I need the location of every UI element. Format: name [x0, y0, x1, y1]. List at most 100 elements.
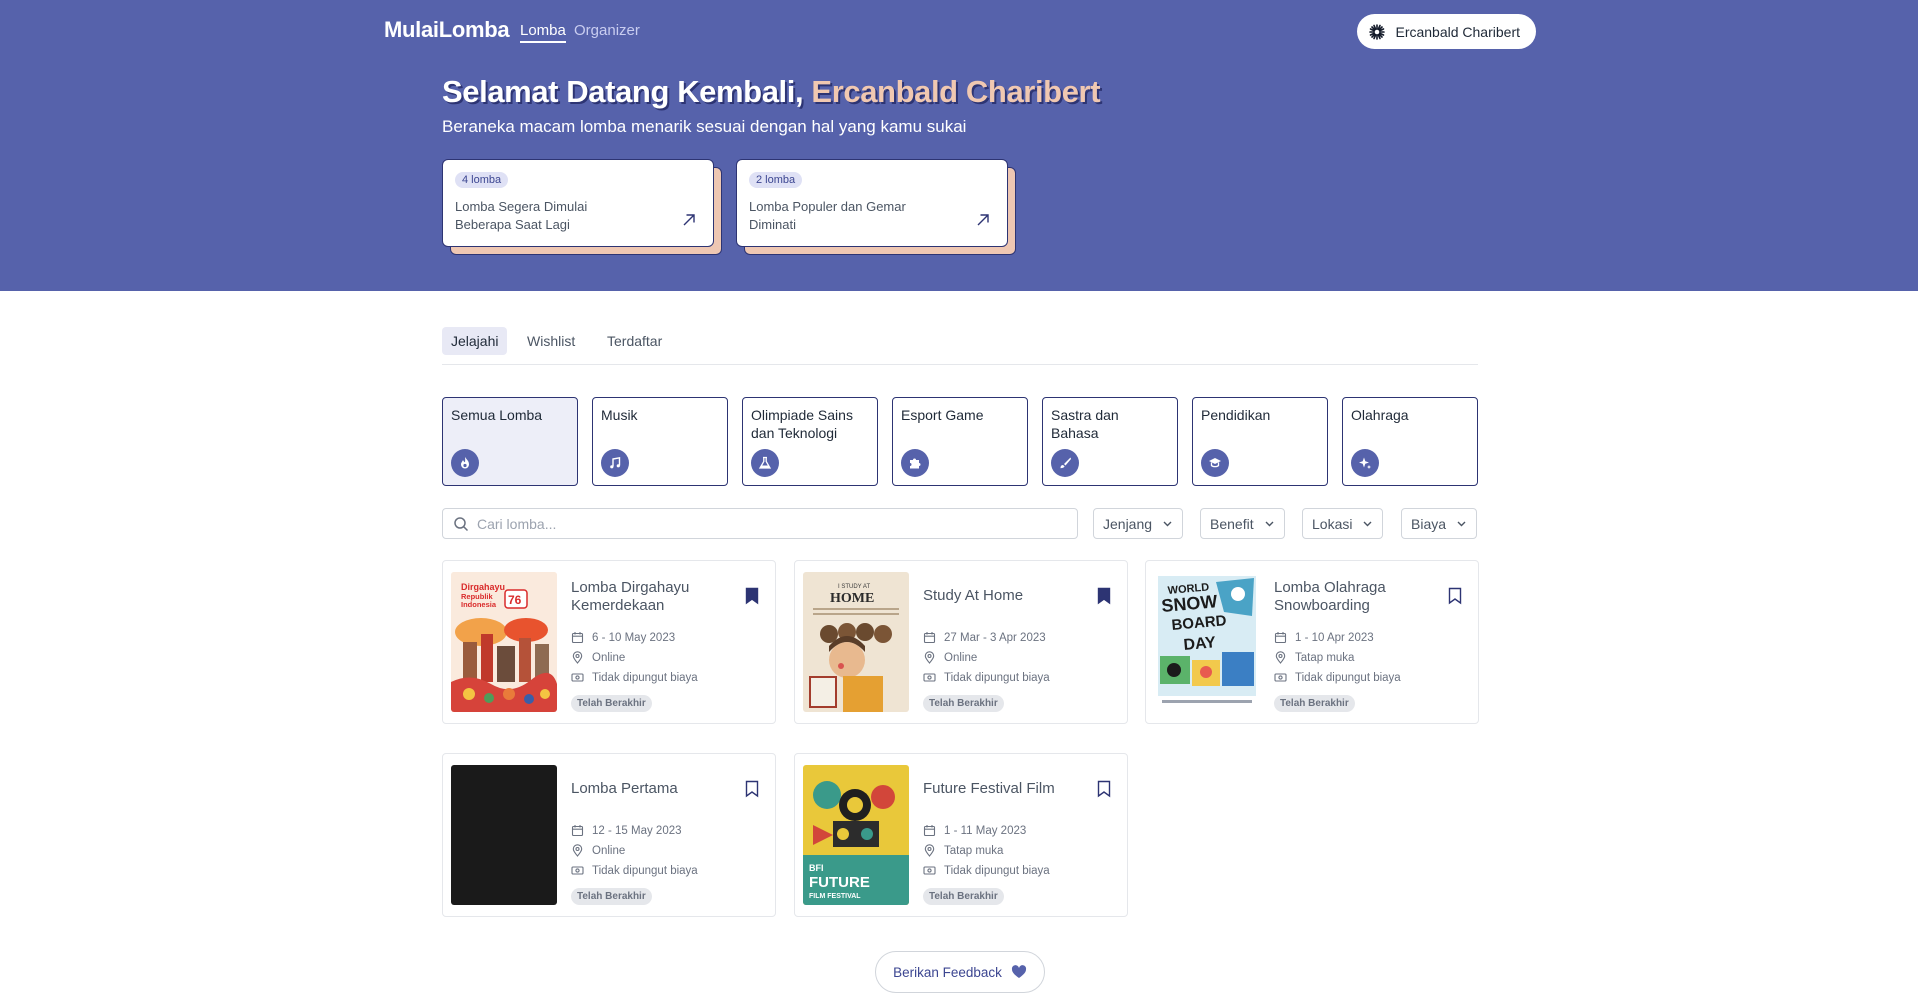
filter-biaya[interactable]: Biaya	[1401, 508, 1478, 539]
competition-card[interactable]: Lomba Pertama 12 - 15 May 2023 Online Ti…	[442, 753, 776, 917]
location-text: Tatap muka	[944, 844, 1004, 857]
competition-card[interactable]: BFI FUTURE FILM FESTIVAL Future Festival…	[794, 753, 1128, 917]
category-esport-game[interactable]: Esport Game	[892, 397, 1028, 486]
hero-card-popular[interactable]: 2 lomba Lomba Populer dan Gemar Diminati	[736, 159, 1016, 255]
arrow-up-right-icon	[977, 214, 989, 226]
competition-fee: Tidak dipungut biaya	[923, 864, 1050, 877]
fee-text: Tidak dipungut biaya	[944, 864, 1050, 877]
hero-subtitle: Beraneka macam lomba menarik sesuai deng…	[442, 117, 967, 136]
user-name: Ercanbald Charibert	[1395, 23, 1520, 40]
category-semua-lomba[interactable]: Semua Lomba	[442, 397, 578, 486]
location-text: Tatap muka	[1295, 651, 1355, 664]
tab-wishlist[interactable]: Wishlist	[518, 327, 584, 355]
bookmark-outline-icon[interactable]	[1097, 780, 1111, 798]
poster-text: BFI	[809, 863, 824, 873]
status-badge: Telah Berakhir	[571, 695, 652, 712]
tab-jelajahi[interactable]: Jelajahi	[442, 327, 508, 355]
poster-text: HOME	[830, 591, 874, 606]
competition-fee: Tidak dipungut biaya	[1274, 671, 1401, 684]
fee-text: Tidak dipungut biaya	[944, 671, 1050, 684]
status-badge: Telah Berakhir	[571, 888, 652, 905]
welcome-greeting: Selamat Datang Kembali,	[442, 74, 812, 109]
calendar-icon	[923, 825, 936, 837]
category-label: Musik	[601, 407, 638, 423]
user-menu-button[interactable]: Ercanbald Charibert	[1357, 14, 1536, 49]
date-text: 1 - 10 Apr 2023	[1295, 631, 1374, 644]
brand-logo[interactable]: MulaiLomba	[384, 17, 510, 43]
category-label: Olahraga	[1351, 407, 1409, 423]
poster-text: FILM FESTIVAL	[809, 893, 861, 900]
competition-date: 1 - 11 May 2023	[923, 824, 1026, 837]
competition-card[interactable]: I STUDY AT HOME Study At Home 27 Mar - 3…	[794, 560, 1128, 724]
category-label: Pendidikan	[1201, 407, 1271, 423]
competition-fee: Tidak dipungut biaya	[571, 864, 698, 877]
status-badge: Telah Berakhir	[923, 695, 1004, 712]
status-badge: Telah Berakhir	[923, 888, 1004, 905]
location-pin-icon	[1275, 651, 1286, 664]
fee-text: Tidak dipungut biaya	[592, 864, 698, 877]
arrow-up-right-icon	[683, 214, 695, 226]
money-icon	[923, 673, 936, 682]
feedback-label: Berikan Feedback	[893, 964, 1002, 980]
competition-title[interactable]: Study At Home	[923, 587, 1073, 605]
poster-text: 76	[508, 593, 522, 607]
filter-benefit[interactable]: Benefit	[1200, 508, 1285, 539]
category-pendidikan[interactable]: Pendidikan	[1192, 397, 1328, 486]
bookmark-filled-icon[interactable]	[745, 587, 759, 605]
fee-text: Tidak dipungut biaya	[592, 671, 698, 684]
competition-date: 6 - 10 May 2023	[571, 631, 675, 644]
fee-text: Tidak dipungut biaya	[1295, 671, 1401, 684]
competition-title[interactable]: Future Festival Film	[923, 780, 1073, 798]
bookmark-outline-icon[interactable]	[745, 780, 759, 798]
chevron-down-icon	[1163, 521, 1172, 527]
category-musik[interactable]: Musik	[592, 397, 728, 486]
tab-terdaftar[interactable]: Terdaftar	[598, 327, 671, 355]
competition-card[interactable]: Dirgahayu Republik Indonesia 76 Lomba Di…	[442, 560, 776, 724]
hero-card-upcoming[interactable]: 4 lomba Lomba Segera Dimulai Beberapa Sa…	[442, 159, 722, 255]
competition-location: Tatap muka	[923, 844, 1003, 857]
hero-banner: MulaiLomba Lomba Organizer Ercanbald Cha…	[0, 0, 1918, 291]
location-pin-icon	[924, 844, 935, 857]
chevron-down-icon	[1265, 521, 1274, 527]
competition-title[interactable]: Lomba Pertama	[571, 780, 721, 798]
filter-label: Benefit	[1210, 515, 1254, 532]
bookmark-filled-icon[interactable]	[1097, 587, 1111, 605]
welcome-heading: Selamat Datang Kembali, Ercanbald Charib…	[442, 74, 1101, 110]
heart-icon	[1011, 965, 1026, 978]
money-icon	[571, 673, 584, 682]
calendar-icon	[571, 632, 584, 644]
poster-text: Indonesia	[461, 600, 497, 609]
puzzle-icon	[901, 449, 929, 477]
category-olahraga[interactable]: Olahraga	[1342, 397, 1478, 486]
location-pin-icon	[924, 651, 935, 664]
poster-text: Dirgahayu	[461, 582, 505, 592]
bookmark-outline-icon[interactable]	[1448, 587, 1462, 605]
filter-label: Biaya	[1411, 515, 1447, 532]
competition-title[interactable]: Lomba Dirgahayu Kemerdekaan	[571, 579, 721, 615]
category-sastra-bahasa[interactable]: Sastra dan Bahasa	[1042, 397, 1178, 486]
search-bar	[442, 508, 1078, 539]
flask-icon	[751, 449, 779, 477]
welcome-user-name: Ercanbald Charibert	[811, 74, 1101, 109]
filter-lokasi[interactable]: Lokasi	[1302, 508, 1384, 539]
poster-text: DAY	[1183, 634, 1217, 654]
location-text: Online	[592, 651, 626, 664]
feedback-button[interactable]: Berikan Feedback	[875, 951, 1045, 993]
tab-bar: Jelajahi Wishlist Terdaftar	[442, 327, 1478, 365]
competition-card[interactable]: WORLD SNOW BOARD DAY Lomba Olahraga Snow…	[1145, 560, 1479, 724]
brush-icon	[1051, 449, 1079, 477]
calendar-icon	[571, 825, 584, 837]
status-badge: Telah Berakhir	[1274, 695, 1355, 712]
filter-label: Jenjang	[1103, 515, 1153, 532]
competition-date: 1 - 10 Apr 2023	[1274, 631, 1374, 644]
search-input[interactable]	[477, 515, 1037, 532]
nav-link-organizer[interactable]: Organizer	[574, 22, 640, 39]
location-text: Online	[944, 651, 978, 664]
chevron-down-icon	[1363, 521, 1372, 527]
poster-text: I STUDY AT	[838, 584, 870, 590]
location-pin-icon	[572, 844, 583, 857]
category-olimpiade[interactable]: Olimpiade Sains dan Teknologi	[742, 397, 878, 486]
competition-title[interactable]: Lomba Olahraga Snowboarding	[1274, 579, 1424, 615]
nav-link-lomba[interactable]: Lomba	[520, 22, 566, 43]
filter-jenjang[interactable]: Jenjang	[1093, 508, 1184, 539]
